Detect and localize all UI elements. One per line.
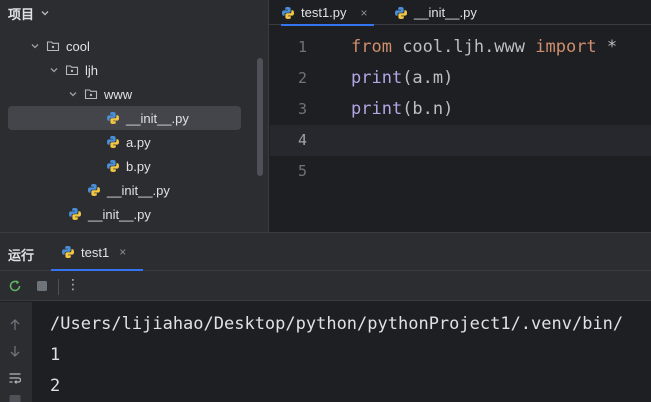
- python-file-icon: [69, 208, 81, 220]
- code-token: *: [596, 37, 618, 57]
- console-output[interactable]: /Users/lijiahao/Desktop/python/pythonPro…: [50, 309, 623, 402]
- console-line: /Users/lijiahao/Desktop/python/pythonPro…: [50, 314, 624, 334]
- close-icon[interactable]: ×: [361, 6, 368, 20]
- rerun-icon[interactable]: [8, 279, 22, 293]
- function-token: print: [351, 99, 403, 119]
- tab-init-py[interactable]: __init__.py: [394, 0, 477, 25]
- line-number: 2: [297, 69, 307, 87]
- run-toolbar: ⋮: [0, 271, 651, 301]
- tab-test1-py[interactable]: test1.py ×: [281, 0, 374, 26]
- run-header: 运行 test1 ×: [0, 233, 651, 272]
- tree-item-a-py[interactable]: a.py: [106, 130, 151, 154]
- python-file-icon: [395, 6, 407, 19]
- chevron-down-icon[interactable]: [30, 41, 40, 51]
- chevron-down-icon[interactable]: [68, 89, 78, 99]
- line-number: 4: [297, 131, 307, 149]
- chevron-down-icon[interactable]: [40, 8, 50, 18]
- soft-wrap-icon[interactable]: [8, 371, 22, 385]
- tree-item-www-init[interactable]: __init__.py: [8, 106, 241, 130]
- code-line[interactable]: [351, 156, 617, 187]
- project-title: 项目: [8, 6, 35, 22]
- tree-item-label: ljh: [85, 62, 99, 78]
- tree-item-label: b.py: [126, 158, 151, 174]
- line-number: 5: [297, 162, 307, 180]
- code-editor[interactable]: from cool.ljh.www import * print(a.m) pr…: [351, 32, 617, 187]
- keyword-token: from: [351, 37, 392, 57]
- arrow-up-icon[interactable]: [8, 318, 22, 332]
- code-token: (a.m): [402, 68, 454, 88]
- editor-tab-bar: test1.py × __init__.py: [269, 0, 651, 26]
- line-number: 3: [297, 100, 307, 118]
- keyword-token: import: [535, 37, 597, 57]
- python-file-icon: [107, 112, 119, 124]
- tab-label: test1.py: [301, 5, 347, 20]
- python-file-icon: [107, 160, 119, 172]
- code-line[interactable]: print(a.m): [351, 63, 617, 94]
- arrow-down-icon[interactable]: [8, 344, 22, 358]
- tab-label: __init__.py: [414, 5, 477, 20]
- python-file-icon: [107, 136, 119, 148]
- python-file-icon: [88, 184, 100, 196]
- editor-area: test1.py × __init__.py 1 2 3 4 5 from co…: [268, 0, 651, 232]
- package-folder-icon: [65, 65, 79, 76]
- close-icon[interactable]: ×: [119, 245, 126, 259]
- package-folder-icon: [46, 41, 60, 52]
- tree-item-cool-init[interactable]: __init__.py: [68, 202, 151, 226]
- tree-item-b-py[interactable]: b.py: [106, 154, 151, 178]
- stop-icon[interactable]: [35, 279, 49, 293]
- tree-item-label: __init__.py: [107, 182, 170, 198]
- code-line[interactable]: [351, 125, 617, 156]
- tree-item-www[interactable]: www: [68, 82, 132, 106]
- more-options-icon[interactable]: ⋮: [66, 276, 80, 292]
- scroll-to-end-icon[interactable]: [8, 394, 22, 402]
- project-panel: 项目 cool ljh www __init__.py a.py b.py __…: [0, 0, 268, 232]
- python-file-icon: [62, 246, 74, 258]
- line-number: 1: [297, 38, 307, 56]
- tree-item-cool[interactable]: cool: [30, 34, 90, 58]
- tab-label: test1: [81, 244, 110, 260]
- run-window-title: 运行: [8, 248, 35, 263]
- tree-item-label: a.py: [126, 134, 151, 150]
- function-token: print: [351, 68, 403, 88]
- console-line: 2: [50, 376, 61, 396]
- tab-run-test1[interactable]: test1 ×: [51, 233, 143, 272]
- tree-item-ljh[interactable]: ljh: [49, 58, 98, 82]
- run-tool-window: 运行 test1 × ⋮ /Users/lijiahao/Desktop/pyt…: [0, 232, 651, 402]
- tree-item-label: __init__.py: [126, 110, 189, 126]
- code-token: (b.n): [402, 99, 454, 119]
- console-line: 1: [50, 345, 61, 365]
- tree-item-label: __init__.py: [88, 206, 151, 222]
- code-line[interactable]: from cool.ljh.www import *: [351, 32, 617, 63]
- tree-item-label: cool: [66, 38, 90, 54]
- chevron-down-icon[interactable]: [49, 65, 59, 75]
- line-number-gutter: 1 2 3 4 5: [269, 32, 307, 187]
- toolbar-separator: [58, 279, 59, 295]
- console-side-toolbar: [0, 302, 32, 402]
- tree-item-label: www: [104, 86, 133, 102]
- python-file-icon: [282, 6, 294, 19]
- code-line[interactable]: print(b.n): [351, 94, 617, 125]
- code-token: cool.ljh.www: [391, 37, 536, 57]
- tree-item-ljh-init[interactable]: __init__.py: [87, 178, 170, 202]
- project-scrollbar[interactable]: [257, 58, 263, 176]
- package-folder-icon: [84, 89, 98, 100]
- project-header[interactable]: 项目: [8, 2, 50, 24]
